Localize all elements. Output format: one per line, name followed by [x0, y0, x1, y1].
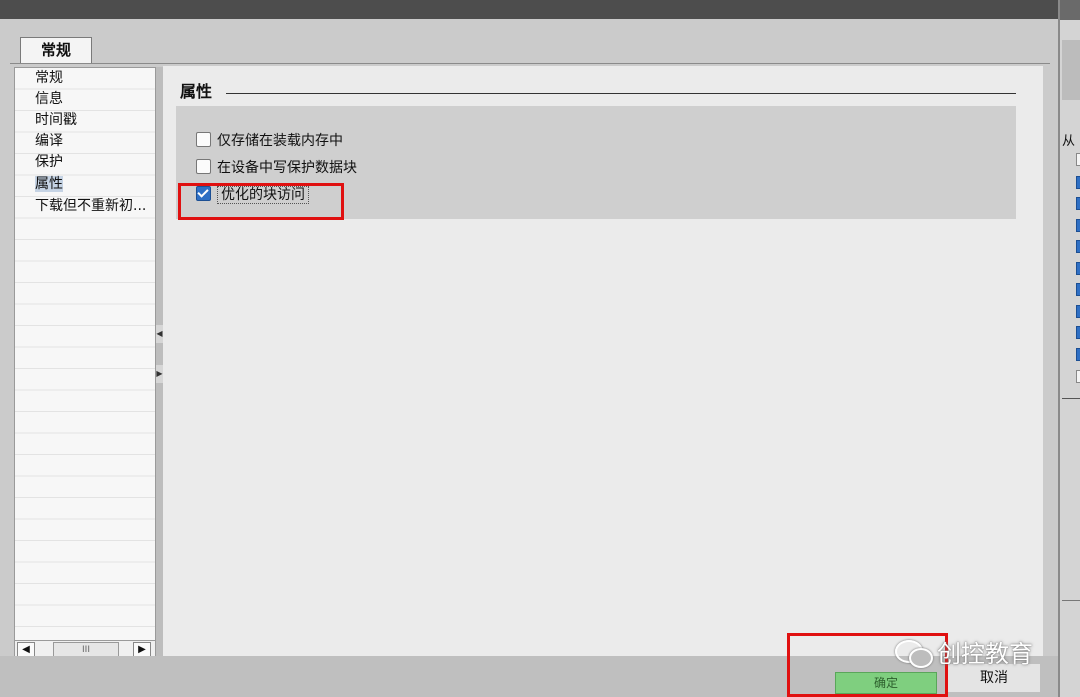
checkbox-checked-icon[interactable]: [1076, 326, 1080, 339]
expand-right-icon[interactable]: ▶: [156, 365, 163, 383]
right-panel-header: [1060, 0, 1080, 20]
window-top-bar: [0, 0, 1060, 19]
option-write-protect-device[interactable]: 在设备中写保护数据块: [196, 158, 357, 178]
nav-item-label: 保护: [35, 154, 63, 170]
tab-divider: [10, 63, 1050, 64]
nav-item-timestamp[interactable]: 时间戳: [35, 110, 77, 130]
watermark-text: 创控教育: [937, 640, 1033, 668]
checkbox-checked-icon[interactable]: [1076, 348, 1080, 361]
nav-panel: 常规 信息 时间戳 编译 保护 属性 下载但不重新初...: [14, 67, 156, 641]
properties-dialog: 常规 常规 信息 时间戳 编译 保护 属性 下载但不重新初... ◀ III ▶…: [0, 19, 1058, 697]
right-panel-divider: [1062, 398, 1080, 399]
checkbox-checked-icon[interactable]: [1076, 219, 1080, 232]
nav-item-label: 下载但不重新初...: [35, 198, 147, 214]
nav-item-info[interactable]: 信息: [35, 89, 63, 109]
checkbox-icon[interactable]: [196, 132, 211, 147]
section-title: 属性: [180, 82, 213, 101]
nav-item-label: 常规: [35, 70, 63, 86]
nav-item-general[interactable]: 常规: [35, 68, 63, 88]
nav-item-download-without-reinit[interactable]: 下载但不重新初...: [35, 196, 146, 216]
checkbox-checked-icon[interactable]: [1076, 283, 1080, 296]
nav-item-protection[interactable]: 保护: [35, 152, 63, 172]
nav-item-attributes[interactable]: 属性: [35, 174, 63, 194]
option-label: 仅存储在装载内存中: [217, 133, 343, 149]
checkbox-checked-icon[interactable]: [1076, 262, 1080, 275]
highlight-box-option: [178, 183, 344, 220]
collapse-left-icon[interactable]: ◀: [156, 325, 163, 343]
right-panel-label: 从: [1062, 134, 1076, 149]
content-pane: 属性 仅存储在装载内存中 在设备中写保护数据块 优化的块访问: [163, 66, 1043, 659]
checkbox-icon[interactable]: [196, 159, 211, 174]
checkbox-icon[interactable]: [1076, 153, 1080, 166]
nav-item-label: 信息: [35, 91, 63, 107]
option-label: 在设备中写保护数据块: [217, 160, 357, 176]
checkbox-checked-icon[interactable]: [1076, 305, 1080, 318]
nav-item-label: 编译: [35, 133, 63, 149]
watermark: 创控教育: [895, 634, 1033, 669]
nav-item-compile[interactable]: 编译: [35, 131, 63, 151]
checkbox-icon[interactable]: [1076, 370, 1080, 383]
section-divider: [226, 93, 1016, 94]
panel-splitter[interactable]: ◀ ▶: [155, 67, 163, 659]
checkbox-checked-icon[interactable]: [1076, 197, 1080, 210]
checkbox-checked-icon[interactable]: [1076, 240, 1080, 253]
right-panel-block: [1062, 40, 1080, 100]
checkbox-checked-icon[interactable]: [1076, 176, 1080, 189]
nav-item-label: 属性: [35, 176, 63, 192]
right-panel-divider: [1062, 600, 1080, 601]
tab-general[interactable]: 常规: [20, 37, 92, 63]
right-side-panel: 从: [1058, 0, 1080, 697]
option-load-memory-only[interactable]: 仅存储在装载内存中: [196, 131, 343, 151]
nav-item-label: 时间戳: [35, 112, 77, 128]
wechat-icon: [895, 640, 933, 668]
